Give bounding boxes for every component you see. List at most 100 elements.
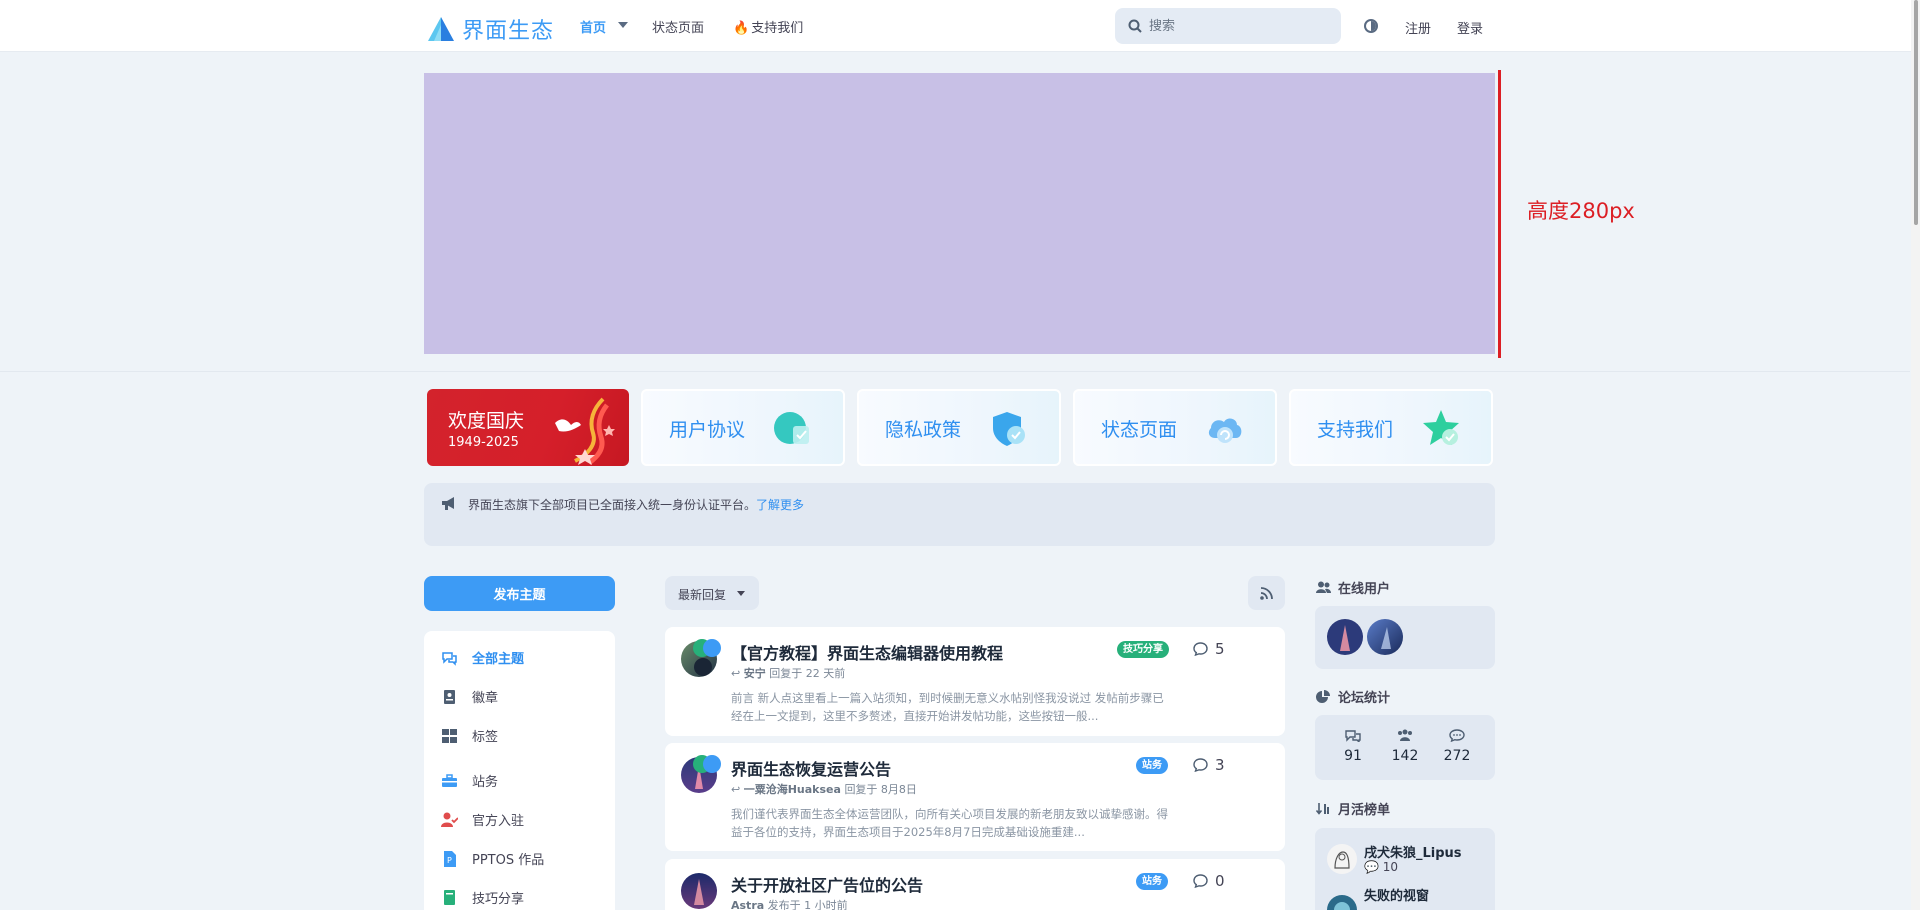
layers-badge-icon bbox=[703, 639, 721, 657]
discussion-user[interactable]: Astra bbox=[731, 899, 764, 910]
monthly-rank-title: 月活榜单 bbox=[1338, 803, 1391, 818]
theme-toggle-icon[interactable] bbox=[1364, 19, 1378, 33]
top-navbar: 界面生态 首页 状态页面 🔥支持我们 注册 登录 bbox=[0, 0, 1920, 52]
site-logo[interactable]: 界面生态 bbox=[426, 13, 554, 45]
learn-more-link[interactable]: 了解更多 bbox=[756, 498, 804, 512]
avatar[interactable] bbox=[681, 873, 717, 909]
tag-badge[interactable]: 技巧分享 bbox=[1117, 641, 1169, 658]
sidebar-item-tags[interactable]: 标签 bbox=[441, 726, 498, 745]
card-label: 支持我们 bbox=[1317, 419, 1394, 441]
comment-icon bbox=[1193, 874, 1208, 888]
tag-badge[interactable]: 站务 bbox=[1136, 757, 1168, 774]
discussion-item[interactable]: 【官方教程】界面生态编辑器使用教程 ↩ 安宁 回复于 22 天前 前言 新人点这… bbox=[665, 627, 1285, 736]
nav-status-page[interactable]: 状态页面 bbox=[652, 17, 704, 36]
forum-stats-title: 论坛统计 bbox=[1338, 691, 1391, 706]
register-link[interactable]: 注册 bbox=[1405, 18, 1431, 37]
scrollbar-thumb[interactable] bbox=[1914, 0, 1918, 225]
sort-label: 最新回复 bbox=[678, 588, 727, 602]
rank-user-name[interactable]: 戌犬朱狼_Lipus bbox=[1364, 842, 1462, 861]
national-day-title: 欢度国庆 bbox=[448, 410, 525, 432]
reply-count-value: 3 bbox=[1215, 756, 1225, 774]
chevron-down-icon[interactable] bbox=[618, 22, 628, 28]
card-privacy-policy[interactable]: 隐私政策 bbox=[857, 389, 1061, 466]
logo-icon bbox=[428, 17, 454, 41]
card-status-page[interactable]: 状态页面 bbox=[1073, 389, 1277, 466]
rank-user-name[interactable]: 失败的视窗 bbox=[1364, 885, 1429, 904]
sidebar-item-pptos[interactable]: P PPTOS 作品 bbox=[441, 849, 544, 868]
discussion-time: 回复于 22 天前 bbox=[769, 667, 846, 680]
discussion-excerpt: 前言 新人点这里看上一篇入站须知，到时候删无意义水帖别怪我没说过 发帖前步骤已经… bbox=[731, 691, 1164, 723]
announcement-message: 界面生态旗下全部项目已全面接入统一身份认证平台。 bbox=[468, 498, 757, 512]
sidebar-item-label: 站务 bbox=[472, 775, 499, 790]
new-topic-button[interactable]: 发布主题 bbox=[424, 576, 615, 611]
card-label: 状态页面 bbox=[1101, 419, 1178, 441]
discussion-user[interactable]: 一粟沧海Huaksea bbox=[744, 783, 841, 796]
rss-button[interactable] bbox=[1248, 576, 1285, 610]
stat-posts-value: 272 bbox=[1443, 748, 1471, 764]
national-day-years: 1949-2025 bbox=[448, 435, 519, 450]
sidebar-item-label: 全部主题 bbox=[472, 652, 525, 667]
banner-placeholder[interactable] bbox=[424, 73, 1495, 354]
avatar[interactable] bbox=[1327, 619, 1363, 655]
online-users-box bbox=[1315, 606, 1495, 669]
avatar[interactable] bbox=[1367, 619, 1403, 655]
star-check-icon bbox=[1423, 410, 1459, 445]
pie-chart-icon bbox=[1316, 690, 1330, 703]
agreement-icon bbox=[774, 412, 809, 444]
nav-support-label: 支持我们 bbox=[751, 21, 804, 36]
login-link[interactable]: 登录 bbox=[1457, 18, 1483, 37]
avatar[interactable] bbox=[1327, 844, 1357, 874]
discussion-item[interactable]: 关于开放社区广告位的公告 Astra 发布于 1 小时前 站务 0 bbox=[665, 859, 1285, 910]
megaphone-icon bbox=[442, 497, 454, 510]
nav-support[interactable]: 🔥 支持我们 bbox=[733, 17, 803, 36]
monthly-rank-box: 戌犬朱狼_Lipus 💬 10 失败的视窗 bbox=[1315, 828, 1495, 910]
sidebar-item-site-affairs[interactable]: 站务 bbox=[441, 771, 498, 790]
card-user-agreement[interactable]: 用户协议 bbox=[641, 389, 845, 466]
users-icon bbox=[1398, 729, 1412, 741]
stat-posts: 272 bbox=[1431, 729, 1483, 764]
nav-home[interactable]: 首页 bbox=[580, 17, 606, 36]
sidebar-item-official[interactable]: 官方入驻 bbox=[441, 810, 524, 829]
discussion-item[interactable]: 界面生态恢复运营公告 ↩ 一粟沧海Huaksea 回复于 8月8日 我们谨代表界… bbox=[665, 743, 1285, 851]
rank-count-value: 10 bbox=[1382, 860, 1399, 874]
sidebar-item-label: 徽章 bbox=[472, 691, 499, 706]
sidebar-item-label: 官方入驻 bbox=[472, 814, 525, 829]
discussion-title[interactable]: 界面生态恢复运营公告 bbox=[731, 756, 891, 780]
stat-discussions: 91 bbox=[1327, 729, 1379, 764]
discussion-title[interactable]: 【官方教程】界面生态编辑器使用教程 bbox=[731, 640, 1003, 664]
forum-stats-box: 91 142 272 bbox=[1315, 715, 1495, 780]
online-users-title: 在线用户 bbox=[1338, 582, 1391, 597]
avatar[interactable] bbox=[1327, 895, 1357, 910]
rss-icon bbox=[1260, 587, 1273, 600]
book-icon bbox=[444, 889, 455, 905]
badge-icon bbox=[444, 689, 455, 704]
svg-text:P: P bbox=[447, 856, 452, 865]
section-divider bbox=[0, 371, 1910, 372]
discussion-meta: Astra 发布于 1 小时前 bbox=[731, 897, 848, 910]
forum-stats-heading: 论坛统计 bbox=[1316, 687, 1390, 706]
announcement-bar: 界面生态旗下全部项目已全面接入统一身份认证平台。了解更多 bbox=[424, 483, 1495, 546]
search-input[interactable] bbox=[1149, 8, 1329, 44]
user-check-icon bbox=[441, 812, 458, 827]
card-support-us[interactable]: 支持我们 bbox=[1289, 389, 1493, 466]
sidebar-item-badges[interactable]: 徽章 bbox=[441, 687, 498, 706]
sidebar-item-tips[interactable]: 技巧分享 bbox=[441, 888, 524, 907]
online-users-heading: 在线用户 bbox=[1316, 578, 1390, 597]
card-label: 用户协议 bbox=[669, 419, 746, 441]
sort-amount-icon bbox=[1316, 803, 1329, 815]
comment-icon: 💬 bbox=[1364, 860, 1379, 874]
logo-text: 界面生态 bbox=[462, 19, 555, 44]
ppt-file-icon: P bbox=[444, 850, 456, 867]
sort-dropdown[interactable]: 最新回复 bbox=[665, 576, 759, 610]
shield-check-icon bbox=[993, 412, 1025, 446]
discussion-title[interactable]: 关于开放社区广告位的公告 bbox=[731, 872, 923, 896]
tag-badge[interactable]: 站务 bbox=[1136, 873, 1168, 890]
sidebar-item-all-discussions[interactable]: 全部主题 bbox=[441, 648, 524, 667]
discussion-excerpt: 我们谨代表界面生态全体运营团队，向所有关心项目发展的新老朋友致以诚挚感谢。得益于… bbox=[731, 807, 1168, 839]
discussion-user[interactable]: 安宁 bbox=[744, 667, 766, 680]
search-box[interactable] bbox=[1115, 8, 1341, 44]
discussion-time: 发布于 1 小时前 bbox=[767, 899, 848, 910]
reply-count: 5 bbox=[1193, 640, 1225, 658]
discussion-time: 回复于 8月8日 bbox=[844, 783, 917, 796]
national-day-card[interactable]: 欢度国庆 1949-2025 bbox=[427, 389, 629, 466]
